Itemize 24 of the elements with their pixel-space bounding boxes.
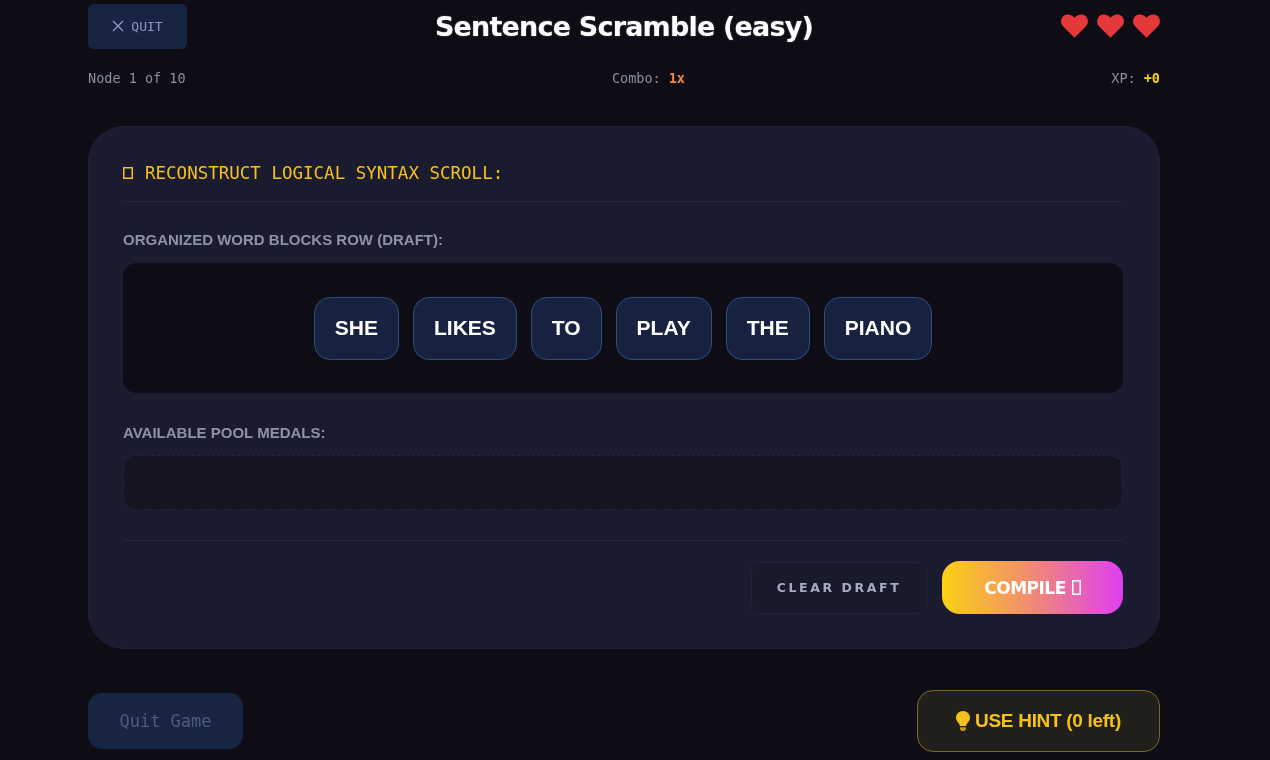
word-block[interactable]: LIKES bbox=[412, 296, 517, 360]
combo-label: Combo: bbox=[611, 69, 661, 87]
lightbulb-icon bbox=[956, 711, 971, 731]
box-glyph-icon bbox=[1071, 580, 1081, 595]
game-title: Sentence Scramble (easy) bbox=[434, 10, 814, 42]
card-heading: RECONSTRUCT LOGICAL SYNTAX SCROLL: bbox=[145, 163, 504, 183]
clear-draft-button[interactable]: CLEAR DRAFT bbox=[751, 561, 927, 614]
word-block[interactable]: SHE bbox=[313, 296, 399, 360]
word-block[interactable]: PLAY bbox=[615, 296, 712, 360]
node-progress-text: Node 1 of 10 bbox=[88, 69, 186, 87]
combo-value: 1x bbox=[668, 69, 685, 87]
word-block[interactable]: TO bbox=[530, 296, 602, 360]
xp-label: XP: bbox=[1111, 69, 1136, 87]
draft-label: ORGANIZED WORD BLOCKS ROW (DRAFT): bbox=[123, 231, 444, 249]
pool-label: AVAILABLE POOL MEDALS: bbox=[123, 424, 327, 442]
close-icon bbox=[112, 20, 125, 32]
word-pool-area[interactable] bbox=[123, 455, 1123, 510]
word-block[interactable]: THE bbox=[725, 296, 810, 360]
xp-value: +0 bbox=[1143, 69, 1160, 87]
box-glyph-icon bbox=[123, 167, 133, 179]
draft-drop-area[interactable]: SHE LIKES TO PLAY THE PIANO bbox=[123, 263, 1123, 393]
use-hint-button[interactable]: USE HINT (0 left) bbox=[917, 690, 1160, 752]
quit-button[interactable]: QUIT bbox=[88, 3, 187, 49]
word-block[interactable]: PIANO bbox=[823, 296, 933, 360]
